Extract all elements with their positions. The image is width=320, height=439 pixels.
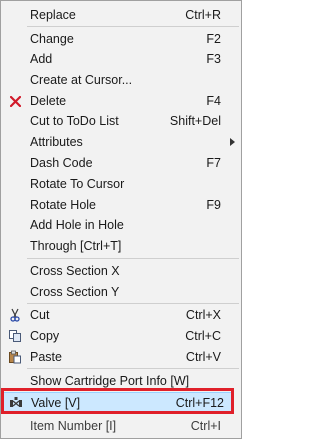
menu-item-create-at-cursor[interactable]: Create at Cursor... xyxy=(1,69,241,91)
menu-separator xyxy=(27,258,239,259)
menu-item-show-cartridge-port-info[interactable]: Show Cartridge Port Info [W] xyxy=(1,370,241,392)
menu-item-cross-section-y[interactable]: Cross Section Y xyxy=(1,281,241,303)
menu-item-label: Through [Ctrl+T] xyxy=(30,239,122,253)
menu-item-label: Create at Cursor... xyxy=(30,73,133,87)
menu-item-shortcut: Ctrl+C xyxy=(185,329,221,343)
menu-item-cross-section-x[interactable]: Cross Section X xyxy=(1,260,241,282)
menu-item-add-hole-in-hole[interactable]: Add Hole in Hole xyxy=(1,214,241,236)
menu-item-label: Change xyxy=(30,32,74,46)
menu-item-change[interactable]: Change F2 xyxy=(1,28,241,50)
menu-item-label: Rotate Hole xyxy=(30,198,97,212)
menu-item-paste[interactable]: Paste Ctrl+V xyxy=(1,346,241,368)
menu-item-attributes[interactable]: Attributes xyxy=(1,131,241,153)
menu-item-shortcut: Ctrl+F12 xyxy=(175,396,224,410)
menu-item-label: Add xyxy=(30,52,53,66)
menu-item-label: Rotate To Cursor xyxy=(30,177,125,191)
menu-item-label: Copy xyxy=(30,329,60,343)
menu-item-label: Cut to ToDo List xyxy=(30,114,119,128)
menu-item-label: Paste xyxy=(30,350,62,364)
menu-item-shortcut: Ctrl+R xyxy=(185,8,221,22)
menu-item-label: Cross Section Y xyxy=(30,285,120,299)
menu-item-label: Add Hole in Hole xyxy=(30,218,124,232)
menu-item-label: Show Cartridge Port Info [W] xyxy=(30,374,190,388)
menu-item-label: Cut xyxy=(30,308,50,322)
valve-icon xyxy=(8,395,24,411)
submenu-arrow-icon xyxy=(230,138,235,146)
menu-item-shortcut: Ctrl+X xyxy=(185,308,221,322)
menu-item-copy[interactable]: Copy Ctrl+C xyxy=(1,325,241,347)
menu-item-label: Replace xyxy=(30,8,76,22)
menu-item-rotate-hole[interactable]: Rotate Hole F9 xyxy=(1,194,241,216)
delete-x-icon xyxy=(7,93,23,109)
menu-item-shortcut: F9 xyxy=(206,198,221,212)
menu-item-through[interactable]: Through [Ctrl+T] xyxy=(1,235,241,257)
menu-item-shortcut: F4 xyxy=(206,94,221,108)
menu-item-valve[interactable]: Valve [V] Ctrl+F12 xyxy=(3,392,233,413)
menu-item-label: Dash Code xyxy=(30,156,93,170)
menu-item-delete[interactable]: Delete F4 xyxy=(1,90,241,112)
menu-separator xyxy=(27,26,239,27)
context-menu: Replace Ctrl+R Change F2 Add F3 Create a… xyxy=(0,0,242,439)
copy-icon xyxy=(7,328,23,344)
menu-item-shortcut: F2 xyxy=(206,32,221,46)
menu-item-shortcut: Ctrl+I xyxy=(190,419,221,433)
menu-item-label: Cross Section X xyxy=(30,264,120,278)
paste-icon xyxy=(7,349,23,365)
menu-item-add[interactable]: Add F3 xyxy=(1,48,241,70)
menu-separator xyxy=(27,368,239,369)
menu-item-shortcut: Shift+Del xyxy=(169,114,221,128)
menu-item-item-number[interactable]: Item Number [I] Ctrl+I xyxy=(1,415,241,439)
menu-item-label: Attributes xyxy=(30,135,83,149)
menu-item-cut-to-todo[interactable]: Cut to ToDo List Shift+Del xyxy=(1,110,241,132)
menu-item-label: Valve [V] xyxy=(31,396,81,410)
menu-item-replace[interactable]: Replace Ctrl+R xyxy=(1,4,241,26)
menu-item-shortcut: F7 xyxy=(206,156,221,170)
menu-item-label: Delete xyxy=(30,94,67,108)
menu-item-shortcut: Ctrl+V xyxy=(185,350,221,364)
menu-item-rotate-to-cursor[interactable]: Rotate To Cursor xyxy=(1,173,241,195)
menu-item-shortcut: F3 xyxy=(206,52,221,66)
menu-item-label: Item Number [I] xyxy=(30,419,117,433)
scissors-icon xyxy=(7,307,23,323)
menu-item-cut[interactable]: Cut Ctrl+X xyxy=(1,304,241,326)
menu-item-dash-code[interactable]: Dash Code F7 xyxy=(1,152,241,174)
